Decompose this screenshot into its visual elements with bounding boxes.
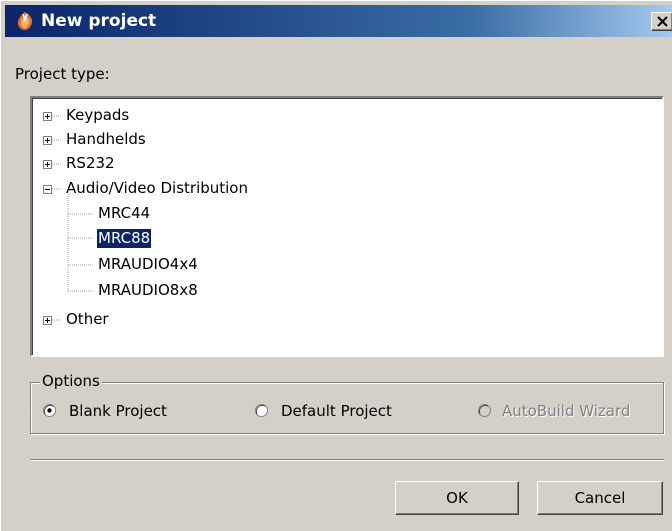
tree-node-mrc44[interactable]: MRC44 (98, 204, 150, 223)
plus-icon (45, 114, 50, 119)
expand-other-icon[interactable] (43, 316, 52, 325)
cancel-button[interactable]: Cancel (537, 481, 663, 515)
plus-icon (45, 138, 50, 143)
default-project-radio[interactable] (255, 404, 268, 417)
default-project-label[interactable]: Default Project (281, 402, 392, 420)
expand-keypads-icon[interactable] (43, 112, 52, 121)
window-title: New project (41, 11, 157, 31)
close-button[interactable] (651, 12, 672, 31)
app-logo-icon (18, 12, 33, 30)
ok-button[interactable]: OK (395, 481, 519, 515)
dialog-separator (30, 459, 664, 461)
options-group-label: Options (40, 372, 102, 390)
close-icon (657, 16, 668, 27)
plus-icon (45, 162, 50, 167)
autobuild-wizard-label: AutoBuild Wizard (502, 402, 631, 420)
tree-node-mrc88[interactable]: MRC88 (95, 228, 153, 249)
tree-node-rs232[interactable]: RS232 (66, 154, 115, 173)
project-type-label: Project type: (15, 65, 110, 83)
tree-node-keypads[interactable]: Keypads (66, 106, 129, 125)
new-project-dialog: New project Project type: Keypads Handhe… (0, 0, 672, 531)
blank-project-label[interactable]: Blank Project (69, 402, 167, 420)
tree-node-handhelds[interactable]: Handhelds (66, 130, 146, 149)
project-type-tree[interactable]: Keypads Handhelds RS232 Audio/Video Dist… (30, 96, 664, 357)
collapse-audio-video-icon[interactable] (43, 185, 52, 194)
title-bar[interactable]: New project (5, 5, 672, 37)
plus-icon (45, 318, 50, 323)
tree-node-other[interactable]: Other (66, 310, 109, 329)
expand-rs232-icon[interactable] (43, 160, 52, 169)
tree-node-mraudio8x8[interactable]: MRAUDIO8x8 (98, 281, 198, 300)
expand-handhelds-icon[interactable] (43, 136, 52, 145)
autobuild-wizard-radio (478, 404, 491, 417)
minus-icon (45, 189, 50, 190)
blank-project-radio[interactable] (43, 404, 56, 417)
tree-node-mraudio4x4[interactable]: MRAUDIO4x4 (98, 255, 198, 274)
tree-node-audio-video-distribution[interactable]: Audio/Video Distribution (66, 179, 248, 198)
